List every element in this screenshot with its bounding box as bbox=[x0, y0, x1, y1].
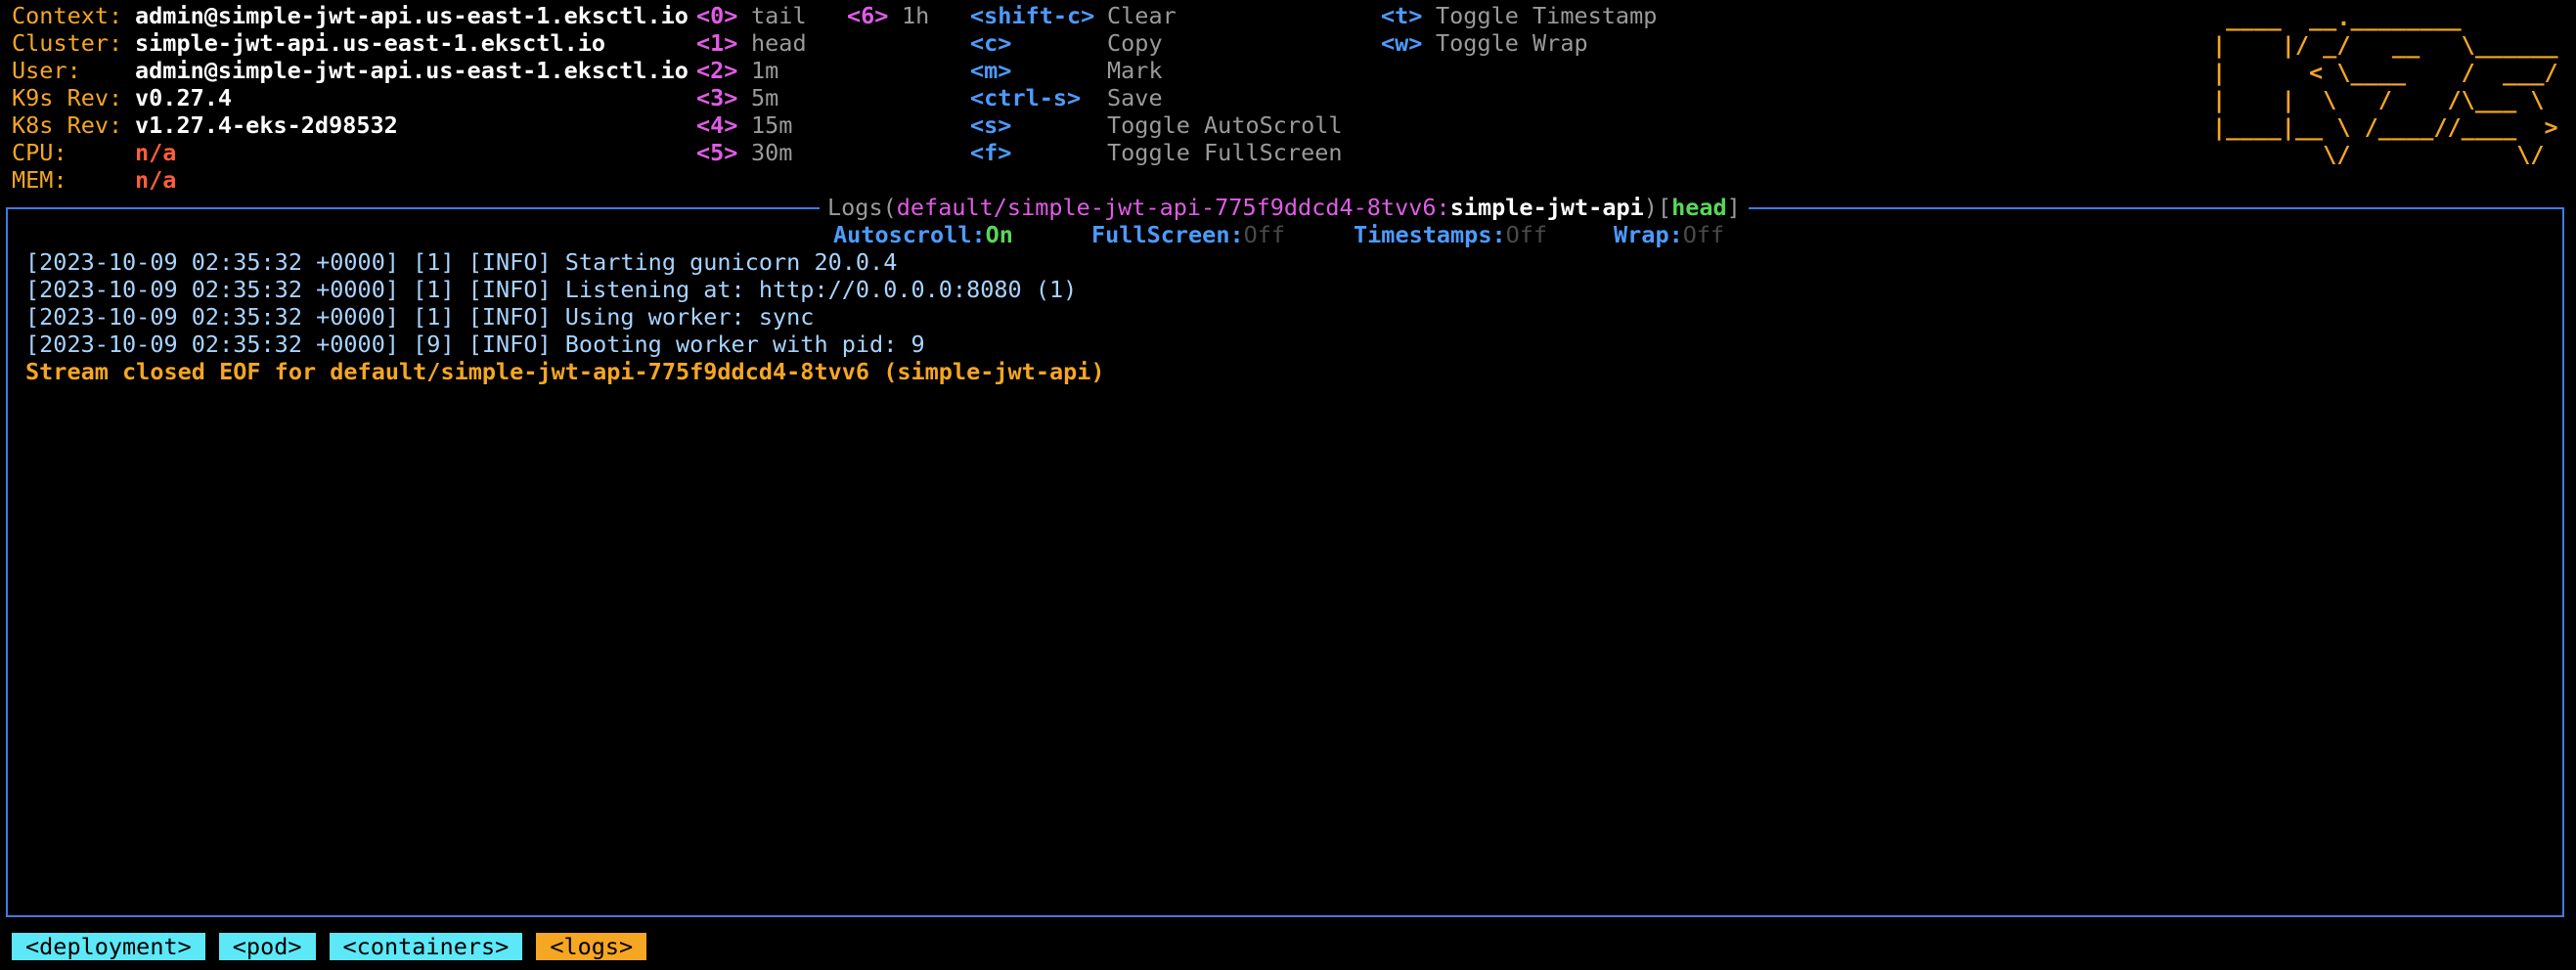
hint-label: Toggle AutoScroll bbox=[1107, 111, 1343, 139]
hint-5m[interactable]: <3> 5m bbox=[696, 84, 778, 111]
status-wrap: Wrap:Off bbox=[1614, 221, 1724, 248]
hint-key: <shift-c> bbox=[970, 2, 1095, 29]
k9s-logo: ____ __.________ | |/ _/ __ \______ | < … bbox=[2212, 4, 2558, 168]
log-output[interactable]: [2023-10-09 02:35:32 +0000] [1] [INFO] S… bbox=[25, 248, 1105, 385]
hint-1h[interactable]: <6> 1h bbox=[847, 2, 929, 29]
hint-key: <2> bbox=[696, 57, 738, 84]
hint-label: Toggle Wrap bbox=[1436, 29, 1588, 57]
status-label: Timestamps: bbox=[1354, 221, 1506, 248]
hint-label: head bbox=[751, 29, 807, 57]
info-row: MEM: n/a bbox=[12, 166, 176, 194]
hint-toggle[interactable]: <w> Toggle Wrap bbox=[1381, 29, 1588, 57]
log-panel-title: Logs(default/simple-jwt-api-775f9ddcd4-8… bbox=[820, 194, 1749, 221]
status-fullscreen: FullScreen:Off bbox=[1091, 221, 1285, 248]
hint-1m[interactable]: <2> 1m bbox=[696, 57, 778, 84]
hint-key: <w> bbox=[1381, 29, 1423, 57]
hint-label: Save bbox=[1107, 84, 1163, 111]
info-row: K9s Rev: v0.27.4 bbox=[12, 84, 232, 111]
mode-close: ] bbox=[1726, 194, 1741, 221]
hint-label: Toggle Timestamp bbox=[1436, 2, 1658, 29]
hint-label: Copy bbox=[1107, 29, 1163, 57]
info-label: K9s Rev: bbox=[12, 84, 123, 111]
info-value: admin@simple-jwt-api.us-east-1.eksctl.io bbox=[135, 2, 688, 29]
info-value: v1.27.4-eks-2d98532 bbox=[135, 111, 398, 139]
pod-path: default/simple-jwt-api-775f9ddcd4-8tvv6: bbox=[896, 194, 1450, 221]
crumb-containers[interactable]: <containers> bbox=[329, 933, 523, 960]
hint-key: <4> bbox=[696, 111, 738, 139]
hint-key: <5> bbox=[696, 139, 738, 166]
status-timestamps: Timestamps:Off bbox=[1354, 221, 1547, 248]
status-value: Off bbox=[1243, 221, 1286, 248]
hint-head[interactable]: <1> head bbox=[696, 29, 807, 57]
hint-toggle[interactable]: <t> Toggle Timestamp bbox=[1381, 2, 1657, 29]
status-label: FullScreen: bbox=[1091, 221, 1244, 248]
status-value: Off bbox=[1505, 221, 1548, 248]
info-row: Cluster: simple-jwt-api.us-east-1.eksctl.… bbox=[12, 29, 605, 57]
hint-label: 5m bbox=[751, 84, 779, 111]
status-value: On bbox=[985, 221, 1013, 248]
hint-15m[interactable]: <4> 15m bbox=[696, 111, 792, 139]
info-label: CPU: bbox=[12, 139, 67, 166]
hint-action[interactable]: <f> Toggle FullScreen bbox=[970, 139, 1343, 166]
status-label: Wrap: bbox=[1614, 221, 1683, 248]
info-row: Context: admin@simple-jwt-api.us-east-1.e… bbox=[12, 2, 688, 29]
log-line: [2023-10-09 02:35:32 +0000] [9] [INFO] B… bbox=[25, 331, 925, 358]
info-value: n/a bbox=[135, 139, 177, 166]
hint-action[interactable]: <ctrl-s> Save bbox=[970, 84, 1163, 111]
hint-action[interactable]: <shift-c> Clear bbox=[970, 2, 1177, 29]
log-line: [2023-10-09 02:35:32 +0000] [1] [INFO] L… bbox=[25, 276, 1078, 303]
hint-key: <s> bbox=[970, 111, 1012, 139]
hint-label: 1m bbox=[751, 57, 779, 84]
hint-action[interactable]: <m> Mark bbox=[970, 57, 1163, 84]
stream-closed-message: Stream closed EOF for default/simple-jwt… bbox=[25, 358, 1105, 385]
crumb-deployment[interactable]: <deployment> bbox=[12, 933, 205, 960]
info-label: Context: bbox=[12, 2, 123, 29]
info-value: admin@simple-jwt-api.us-east-1.eksctl.io bbox=[135, 57, 688, 84]
crumb-pod[interactable]: <pod> bbox=[218, 933, 316, 960]
crumb-logs[interactable]: <logs> bbox=[536, 933, 647, 960]
hint-tail[interactable]: <0> tail bbox=[696, 2, 807, 29]
info-label: K8s Rev: bbox=[12, 111, 123, 139]
hint-key: <ctrl-s> bbox=[970, 84, 1082, 111]
status-label: Autoscroll: bbox=[833, 221, 986, 248]
log-line: [2023-10-09 02:35:32 +0000] [1] [INFO] S… bbox=[25, 248, 898, 276]
hint-label: Mark bbox=[1107, 57, 1163, 84]
status-value: Off bbox=[1682, 221, 1725, 248]
hint-label: 1h bbox=[902, 2, 930, 29]
info-value: simple-jwt-api.us-east-1.eksctl.io bbox=[135, 29, 606, 57]
log-line: [2023-10-09 02:35:32 +0000] [1] [INFO] U… bbox=[25, 303, 815, 331]
info-label: User: bbox=[12, 57, 81, 84]
container-name: simple-jwt-api bbox=[1449, 194, 1644, 221]
hint-key: <c> bbox=[970, 29, 1012, 57]
info-label: Cluster: bbox=[12, 29, 123, 57]
hint-action[interactable]: <s> Toggle AutoScroll bbox=[970, 111, 1343, 139]
title-close: ) bbox=[1643, 194, 1658, 221]
hint-key: <m> bbox=[970, 57, 1012, 84]
mode-open: [ bbox=[1657, 194, 1672, 221]
breadcrumb: <deployment> <pod> <containers> <logs> bbox=[12, 933, 647, 960]
hint-label: tail bbox=[751, 2, 807, 29]
info-row: User: admin@simple-jwt-api.us-east-1.eksc… bbox=[12, 57, 688, 84]
title-prefix: Logs( bbox=[827, 194, 897, 221]
info-row: K8s Rev: v1.27.4-eks-2d98532 bbox=[12, 111, 398, 139]
info-value: v0.27.4 bbox=[135, 84, 233, 111]
hint-key: <3> bbox=[696, 84, 738, 111]
info-row: CPU: n/a bbox=[12, 139, 176, 166]
hint-label: Toggle FullScreen bbox=[1107, 139, 1343, 166]
status-autoscroll: Autoscroll:On bbox=[833, 221, 1013, 248]
hint-key: <0> bbox=[696, 2, 738, 29]
hint-action[interactable]: <c> Copy bbox=[970, 29, 1163, 57]
hint-label: 30m bbox=[751, 139, 793, 166]
hint-label: Clear bbox=[1107, 2, 1177, 29]
hint-30m[interactable]: <5> 30m bbox=[696, 139, 792, 166]
hint-key: <1> bbox=[696, 29, 738, 57]
log-mode: head bbox=[1671, 194, 1727, 221]
hint-key: <f> bbox=[970, 139, 1012, 166]
hint-key: <6> bbox=[847, 2, 889, 29]
hint-key: <t> bbox=[1381, 2, 1423, 29]
info-label: MEM: bbox=[12, 166, 67, 194]
hint-label: 15m bbox=[751, 111, 793, 139]
info-value: n/a bbox=[135, 166, 177, 194]
